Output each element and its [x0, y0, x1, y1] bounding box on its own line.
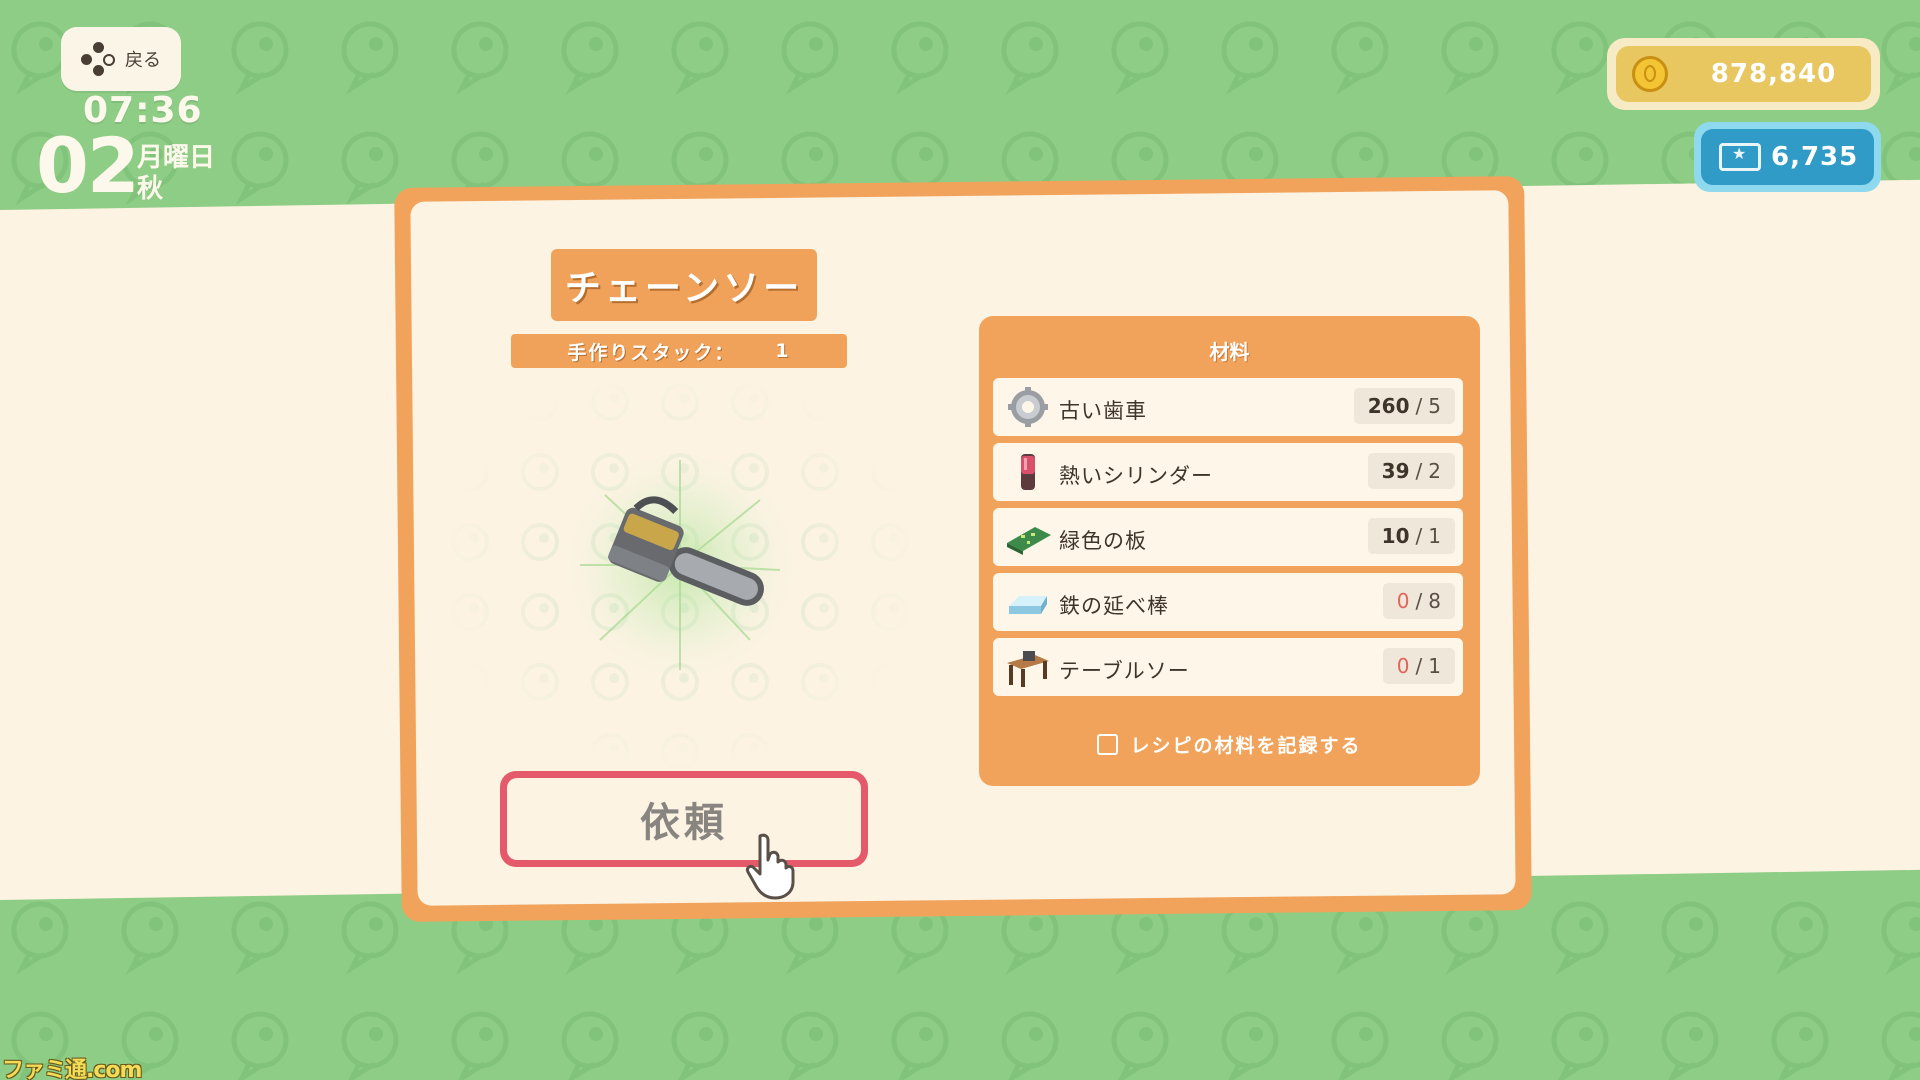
material-separator: /	[1415, 394, 1423, 418]
material-count: 0 / 8	[1382, 583, 1455, 619]
material-need: 2	[1428, 459, 1441, 483]
ticket-icon	[1719, 143, 1761, 171]
day-number: 02	[36, 121, 140, 210]
material-separator: /	[1415, 459, 1423, 483]
green-board-icon	[1007, 527, 1051, 555]
record-checkbox[interactable]	[1097, 734, 1119, 755]
material-row: 熱いシリンダー 39 / 2	[993, 443, 1463, 501]
material-separator: /	[1415, 589, 1423, 613]
material-name: 熱いシリンダー	[1059, 464, 1213, 488]
table-saw-icon	[1007, 651, 1049, 687]
craft-stack-label: 手作りスタック：	[567, 341, 736, 364]
season-label: 秋	[137, 174, 164, 204]
material-row: テーブルソー 0 / 1	[993, 638, 1463, 696]
material-separator: /	[1415, 654, 1423, 678]
iron-bar-icon	[1009, 596, 1047, 614]
material-count: 0 / 1	[1382, 648, 1455, 684]
chainsaw-icon	[440, 370, 920, 770]
materials-panel: 材料 古い歯車 260 / 5 熱いシリンダー 39 / 2 緑色の板 10 /…	[979, 316, 1480, 786]
request-button[interactable]: 依頼	[500, 771, 868, 867]
material-count: 260 / 5	[1353, 388, 1455, 424]
material-have: 39	[1381, 459, 1410, 483]
material-name: 鉄の延べ棒	[1059, 594, 1169, 618]
gold-counter: 878,840	[1607, 38, 1880, 110]
request-label: 依頼	[640, 800, 728, 846]
back-label: 戻る	[125, 50, 161, 71]
watermark: ファミ通.com	[2, 1058, 142, 1080]
recipe-title-plate: チェーンソー	[551, 249, 817, 321]
craft-stack-value: 1	[775, 340, 791, 362]
material-row: 鉄の延べ棒 0 / 8	[993, 573, 1463, 631]
material-name: テーブルソー	[1059, 659, 1190, 683]
craft-stack-plate: 手作りスタック： 1	[511, 334, 847, 368]
game-screen: 戻る 07:36 02 月曜日 秋 878,840 6,735 チェーンソー 手…	[0, 0, 1920, 1080]
dpad-icon	[81, 42, 115, 76]
gear-icon	[1008, 387, 1048, 427]
record-recipe-toggle[interactable]: レシピの材料を記録する	[979, 731, 1480, 758]
material-have: 0	[1396, 654, 1410, 678]
material-count: 10 / 1	[1367, 518, 1455, 554]
material-need: 1	[1428, 524, 1441, 548]
material-name: 古い歯車	[1059, 399, 1147, 423]
material-have: 10	[1381, 524, 1410, 548]
material-row: 緑色の板 10 / 1	[993, 508, 1463, 566]
material-have: 0	[1396, 589, 1410, 613]
ticket-counter: 6,735	[1694, 122, 1881, 192]
cylinder-icon	[1021, 454, 1035, 490]
material-separator: /	[1415, 524, 1423, 548]
ticket-value: 6,735	[1771, 142, 1859, 172]
hand-cursor-icon	[746, 833, 795, 900]
recipe-title: チェーンソー	[564, 268, 804, 309]
record-label: レシピの材料を記録する	[1130, 735, 1362, 757]
material-name: 緑色の板	[1059, 529, 1147, 553]
material-row: 古い歯車 260 / 5	[993, 378, 1463, 436]
materials-title: 材料	[1209, 340, 1250, 364]
material-need: 5	[1428, 394, 1441, 418]
material-need: 8	[1428, 589, 1441, 613]
back-button[interactable]: 戻る	[61, 27, 181, 91]
material-count: 39 / 2	[1367, 453, 1455, 489]
material-need: 1	[1428, 654, 1441, 678]
gold-value: 878,840	[1710, 59, 1837, 89]
material-have: 260	[1367, 394, 1410, 418]
